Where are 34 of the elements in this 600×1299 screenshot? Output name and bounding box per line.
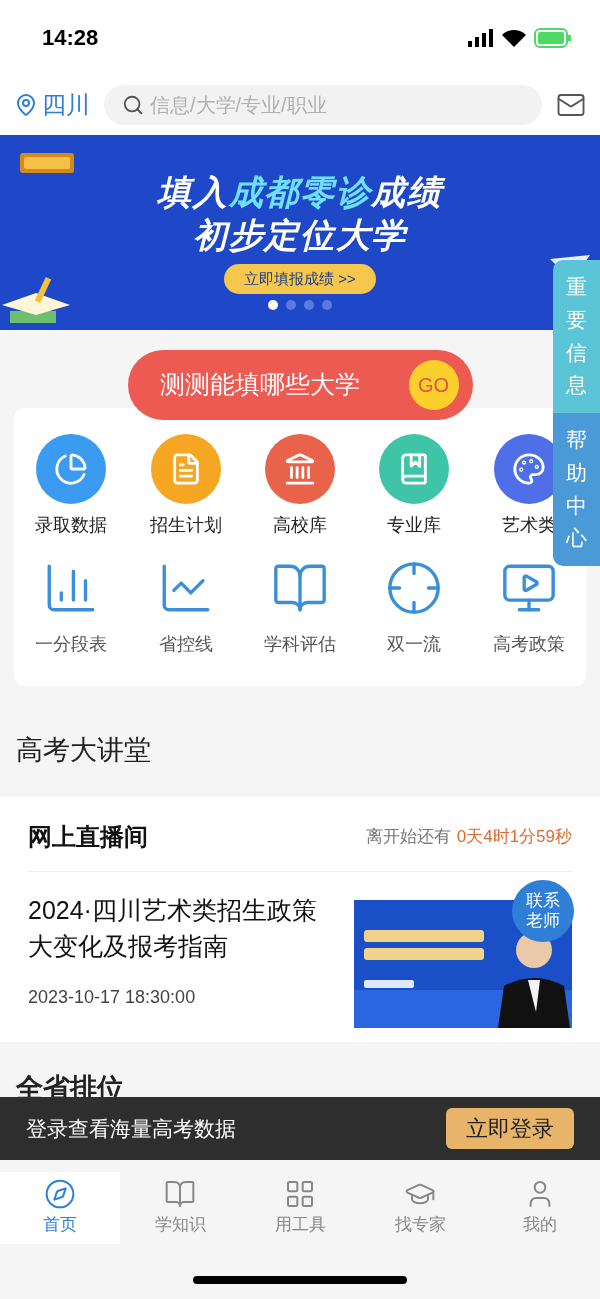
talk-time: 2023-10-17 18:30:00 <box>28 985 197 1009</box>
search-icon <box>122 94 144 116</box>
talk-title[interactable]: 2024·四川艺术类招生政策大变化及报考指南 <box>28 891 318 964</box>
tool-label[interactable]: 双一流 <box>387 631 442 658</box>
status-time: 14:28 <box>42 24 99 52</box>
go-badge: GO <box>408 360 459 410</box>
live-heading: 网上直播间 <box>28 821 148 852</box>
banner-subheadline: 初步定位大学 <box>192 214 408 256</box>
tab-bar-item[interactable]: 首页 <box>0 1172 120 1244</box>
tool-label[interactable]: 高考政策 <box>492 631 565 658</box>
logo-icon <box>20 151 74 175</box>
signal-icon <box>468 28 494 47</box>
contact-teacher-badge[interactable]: 联系老师 <box>512 879 574 942</box>
search-field[interactable]: 信息/大学/专业/职业 <box>104 85 542 125</box>
tool-label[interactable]: 学科评估 <box>264 631 336 658</box>
search-input[interactable]: 信息/大学/专业/职业 <box>150 90 524 120</box>
tool-label[interactable]: 招生计划 <box>149 512 222 539</box>
tool-label[interactable]: 省控线 <box>158 631 213 658</box>
tool-label[interactable]: 高校库 <box>273 512 327 539</box>
countdown-value: 0天4时1分59秒 <box>456 825 572 848</box>
tool-label[interactable]: 专业库 <box>387 512 442 539</box>
live-card[interactable]: 网上直播间 离开始还有 0天4时1分59秒 2024·四川艺术类招生政策大变化及报考指南 2023-10-17 18:30:00 联系老师 <box>0 796 600 1042</box>
login-prompt: 登录查看海量高考数据 <box>26 1115 236 1142</box>
fill-score-button[interactable]: 立即填报成绩 >> <box>224 264 376 294</box>
location-label[interactable]: 四川 <box>42 87 90 123</box>
tool-label[interactable]: 一分段表 <box>35 631 108 658</box>
compass-icon <box>44 1178 76 1211</box>
tool-label[interactable]: 录取数据 <box>35 512 108 539</box>
battery-icon <box>534 27 572 48</box>
countdown-label: 离开始还有 <box>365 825 451 848</box>
wifi-icon <box>502 28 526 47</box>
login-button[interactable]: 立即登录 <box>446 1108 574 1149</box>
section-title: 高考大讲堂 <box>15 734 152 767</box>
location-pin-icon <box>14 93 38 117</box>
